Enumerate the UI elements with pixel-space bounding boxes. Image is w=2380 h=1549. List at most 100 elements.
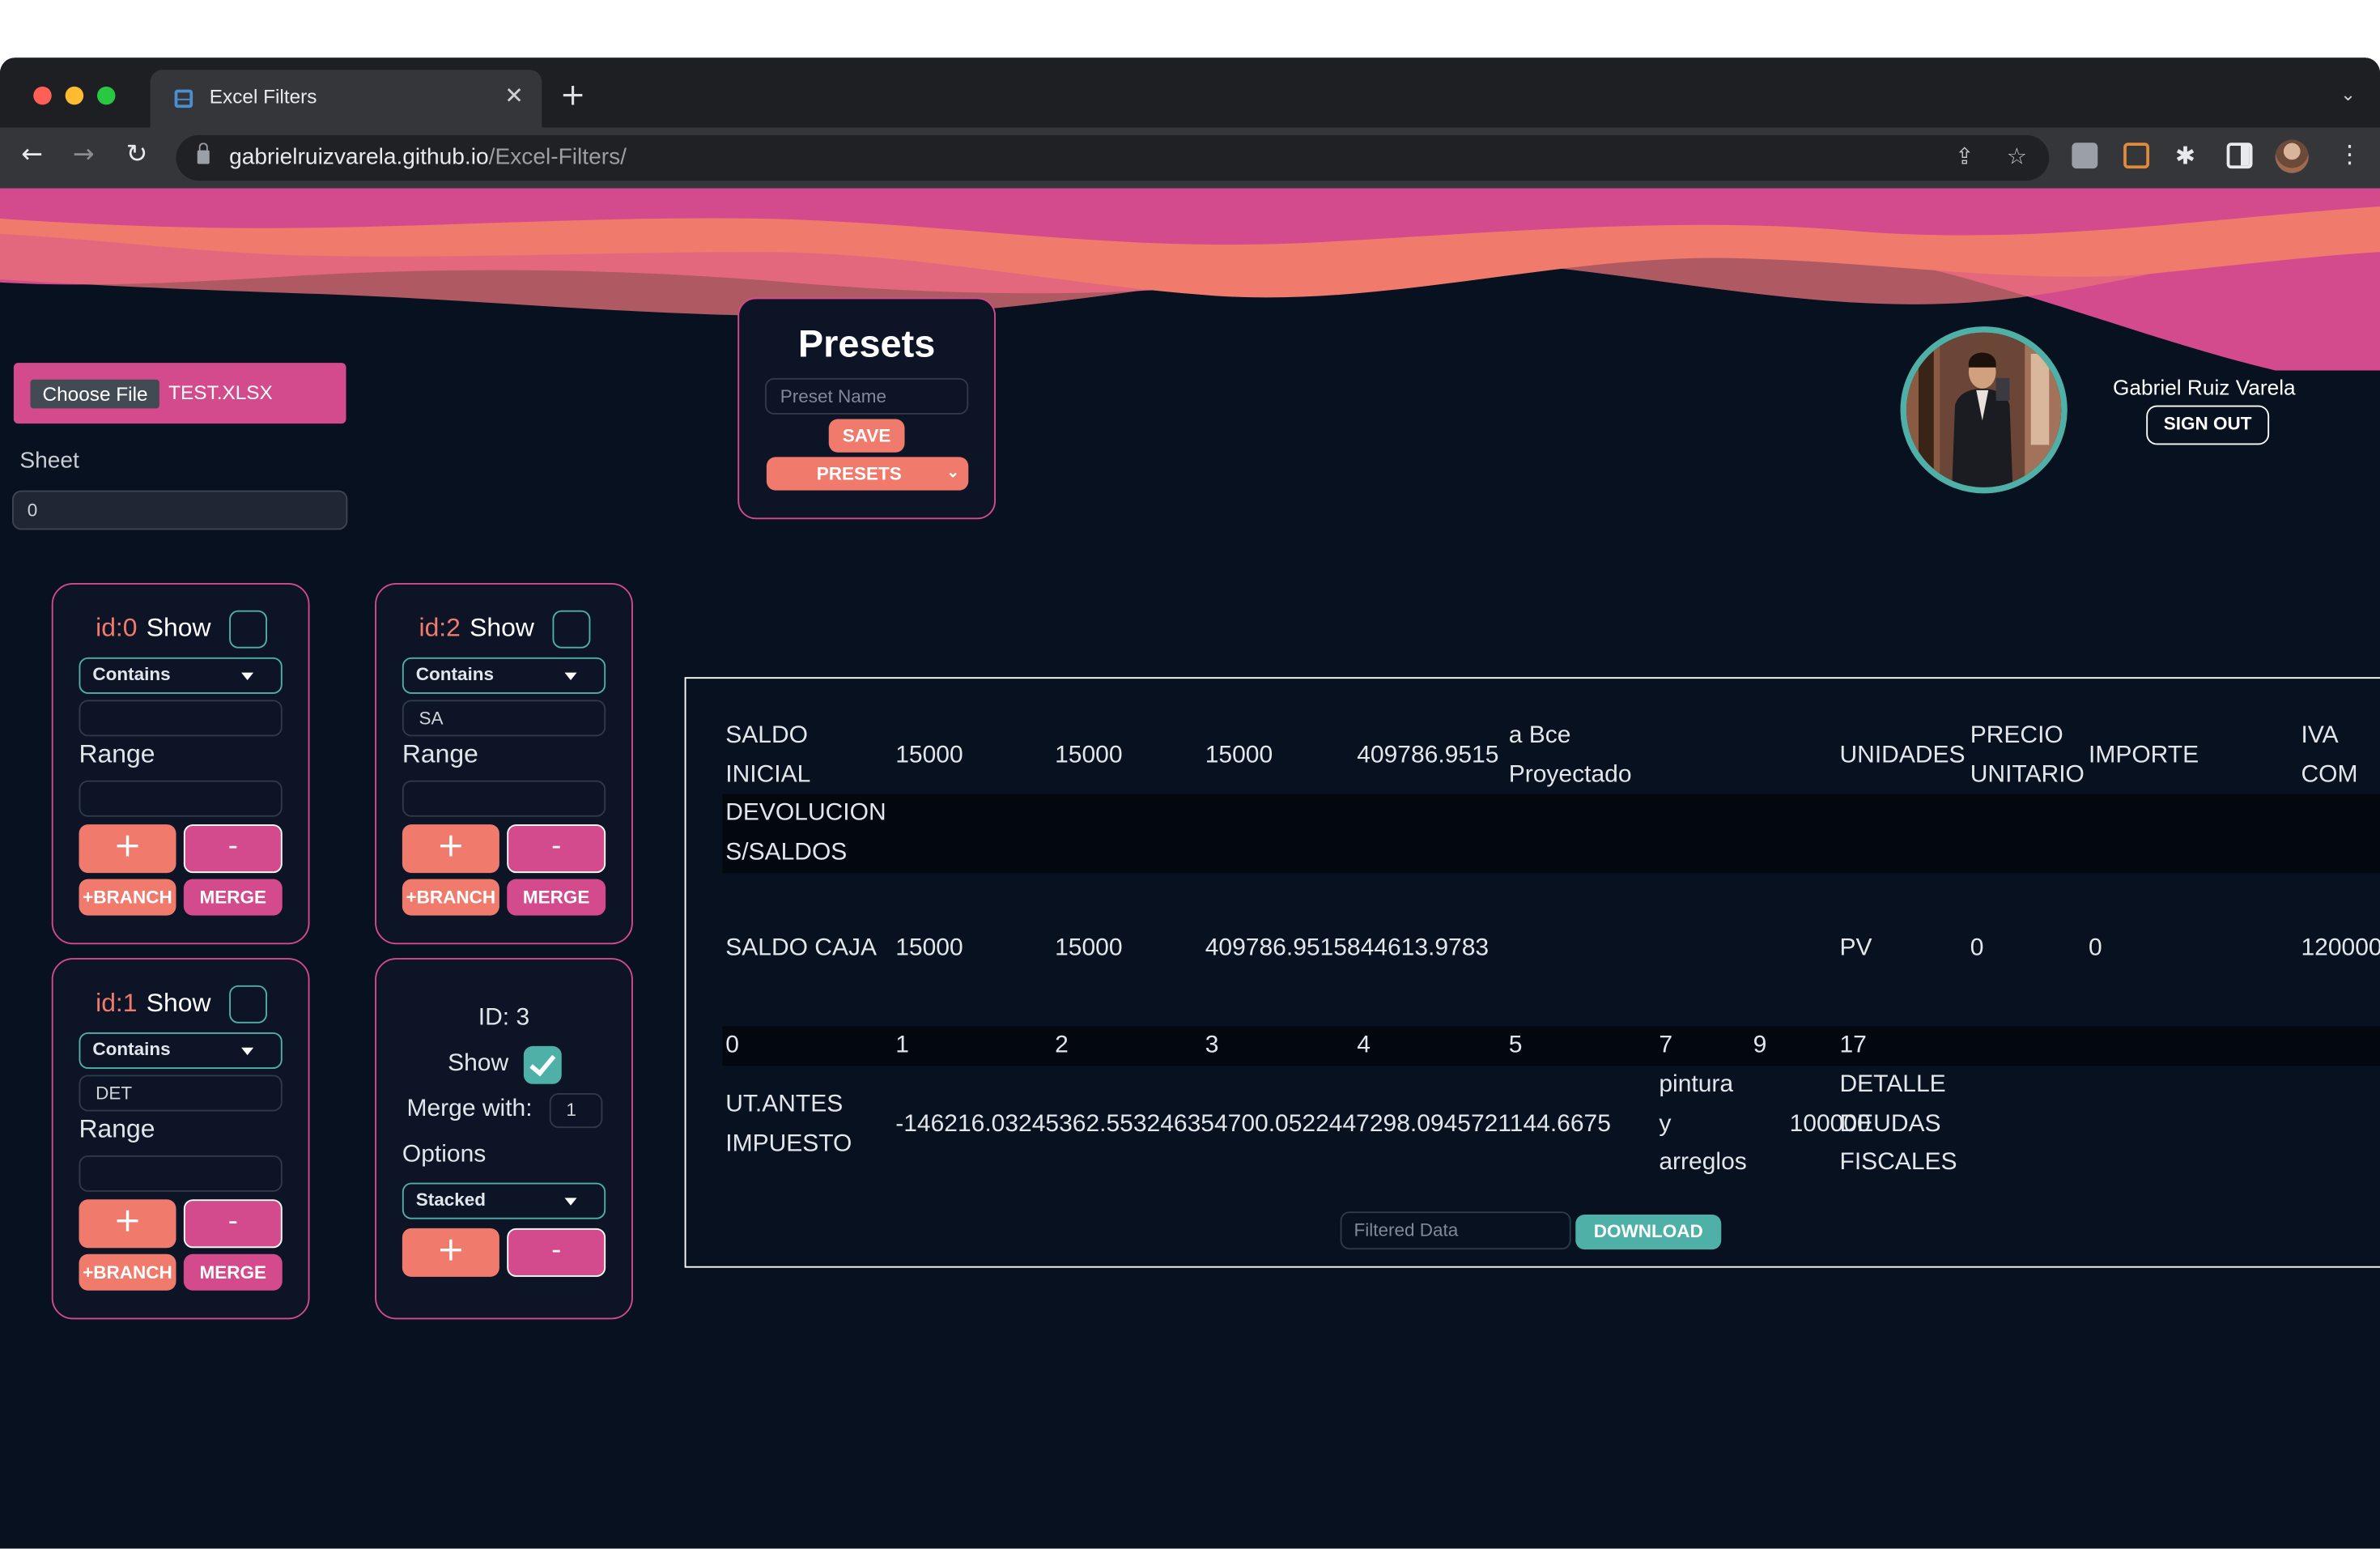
more-menu-icon[interactable]: ⋮: [2338, 140, 2362, 169]
add-branch-button[interactable]: +BRANCH: [79, 879, 176, 916]
profile-avatar[interactable]: [2276, 140, 2309, 173]
preset-name-input[interactable]: Preset Name: [765, 378, 968, 415]
browser-tab[interactable]: Excel Filters ✕: [151, 70, 542, 127]
filter-card-header: id:2Show: [419, 614, 534, 645]
table-cell: 15000: [1055, 930, 1122, 968]
options-select[interactable]: Stacked: [402, 1183, 606, 1219]
table-cell: 15000: [1205, 736, 1273, 775]
add-condition-button[interactable]: +: [79, 1199, 176, 1248]
browser-window: Excel Filters ✕ + ⌄ ← → ↻ gabrielruizvar…: [0, 57, 2380, 1548]
forward-arrow-icon[interactable]: →: [73, 140, 95, 171]
sheet-input[interactable]: 0: [12, 491, 347, 530]
add-branch-button[interactable]: +BRANCH: [79, 1254, 176, 1291]
show-checkbox[interactable]: [553, 611, 591, 649]
table-cell: 1: [895, 1027, 909, 1066]
bookmark-star-icon[interactable]: ☆: [2007, 143, 2027, 170]
show-checkbox[interactable]: [524, 1046, 562, 1084]
address-bar[interactable]: gabrielruizvarela.github.io/Excel-Filter…: [176, 135, 2050, 181]
filter-card: id:2Show Contains SA Range + - +BRANCH M…: [375, 583, 633, 944]
sheet-label: Sheet: [19, 448, 79, 474]
user-photo: [1906, 333, 2061, 487]
table-row-stripe: [723, 794, 2380, 874]
filter-value-input[interactable]: DET: [79, 1075, 283, 1112]
back-arrow-icon[interactable]: ←: [21, 140, 43, 171]
download-button[interactable]: DOWNLOAD: [1575, 1215, 1721, 1249]
extensions-puzzle-icon[interactable]: ✱: [2175, 141, 2195, 172]
condition-select[interactable]: Contains: [79, 1032, 283, 1069]
remove-condition-button[interactable]: -: [184, 824, 283, 873]
filter-value-input[interactable]: SA: [402, 700, 606, 736]
close-window-button[interactable]: [33, 87, 52, 105]
sign-out-button[interactable]: SIGN OUT: [2146, 406, 2269, 445]
condition-select[interactable]: Contains: [402, 657, 606, 694]
side-panel-icon[interactable]: [2227, 143, 2253, 168]
merge-card: ID: 3 Show Merge with: 1 Options Stacked…: [375, 958, 633, 1319]
table-cell: 15000: [895, 930, 963, 968]
minimize-window-button[interactable]: [66, 87, 84, 105]
table-cell: 9: [1753, 1027, 1767, 1066]
filter-card-header: id:1Show: [96, 989, 210, 1019]
table-cell: 7: [1659, 1027, 1672, 1066]
remove-condition-button[interactable]: -: [507, 824, 606, 873]
presets-dropdown[interactable]: PRESETS ⌄: [767, 457, 968, 490]
save-preset-button[interactable]: SAVE: [829, 419, 905, 453]
range-label: Range: [79, 1114, 155, 1145]
tab-title: Excel Filters: [210, 85, 317, 108]
share-icon[interactable]: ⇪: [1955, 143, 1974, 170]
caret-down-icon: [241, 1048, 253, 1055]
new-tab-icon[interactable]: +: [560, 79, 585, 110]
table-cell: a Bce Proyectado: [1509, 717, 1632, 794]
merge-button[interactable]: MERGE: [184, 879, 283, 916]
caret-down-icon: [565, 1198, 577, 1205]
remove-condition-button[interactable]: -: [184, 1199, 283, 1248]
table-cell: 0: [2089, 930, 2102, 968]
filter-value-input[interactable]: [79, 700, 283, 736]
show-checkbox[interactable]: [229, 611, 267, 649]
maximize-window-button[interactable]: [97, 87, 116, 105]
merge-with-label: Merge with:: [407, 1096, 533, 1124]
add-condition-button[interactable]: +: [402, 824, 499, 873]
filter-card: id:1Show Contains DET Range + - +BRANCH …: [52, 958, 310, 1319]
browser-toolbar: ← → ↻ gabrielruizvarela.github.io/Excel-…: [0, 128, 2380, 189]
table-cell: 0: [1970, 930, 1984, 968]
range-input[interactable]: [79, 1155, 283, 1192]
close-tab-icon[interactable]: ✕: [504, 82, 524, 109]
table-cell: 5: [1509, 1027, 1523, 1066]
presets-title: Presets: [739, 323, 994, 367]
add-branch-button[interactable]: +BRANCH: [402, 879, 499, 916]
user-avatar: [1901, 326, 2068, 493]
table-cell: 3: [1205, 1027, 1219, 1066]
merge-button[interactable]: MERGE: [507, 879, 606, 916]
merge-with-input[interactable]: 1: [550, 1093, 603, 1128]
table-cell: pintura y arreglos: [1659, 1066, 1746, 1181]
show-checkbox[interactable]: [229, 985, 267, 1023]
table-cell: IMPORTE: [2089, 736, 2199, 775]
table-cell: PV: [1840, 930, 1872, 968]
range-input[interactable]: [79, 781, 283, 817]
tab-search-chevron-icon[interactable]: ⌄: [2340, 83, 2356, 104]
filtered-data-input[interactable]: Filtered Data: [1341, 1211, 1571, 1249]
merge-button[interactable]: MERGE: [184, 1254, 283, 1291]
spreadsheet-icon: [175, 90, 193, 109]
extension-icon[interactable]: [2123, 143, 2149, 168]
choose-file-button[interactable]: Choose File: [31, 380, 160, 409]
filter-id: id:0: [96, 614, 137, 643]
lock-icon: [198, 151, 210, 164]
data-table: SALDO INICIAL DEVOLUCION S/SALDOS1500015…: [685, 677, 2380, 1267]
filter-card-header: id:0Show: [96, 614, 210, 645]
add-condition-button[interactable]: +: [79, 824, 176, 873]
reload-icon[interactable]: ↻: [126, 140, 148, 171]
page-content: Choose File TEST.XLSX Sheet 0 Presets Pr…: [0, 189, 2380, 1549]
condition-select[interactable]: Contains: [79, 657, 283, 694]
extension-icon[interactable]: [2072, 143, 2097, 168]
table-cell: 4: [1357, 1027, 1371, 1066]
tab-strip: Excel Filters ✕ + ⌄: [0, 57, 2380, 127]
table-cell: 409786.9515844613.9783: [1205, 930, 1489, 968]
range-label: Range: [79, 739, 155, 770]
table-cell: SALDO INICIAL DEVOLUCION S/SALDOS: [725, 717, 886, 871]
remove-condition-button[interactable]: -: [507, 1228, 606, 1277]
user-name: Gabriel Ruiz Varela: [2113, 375, 2296, 399]
table-cell: UNIDADES: [1840, 736, 1966, 775]
add-condition-button[interactable]: +: [402, 1228, 499, 1277]
range-input[interactable]: [402, 781, 606, 817]
